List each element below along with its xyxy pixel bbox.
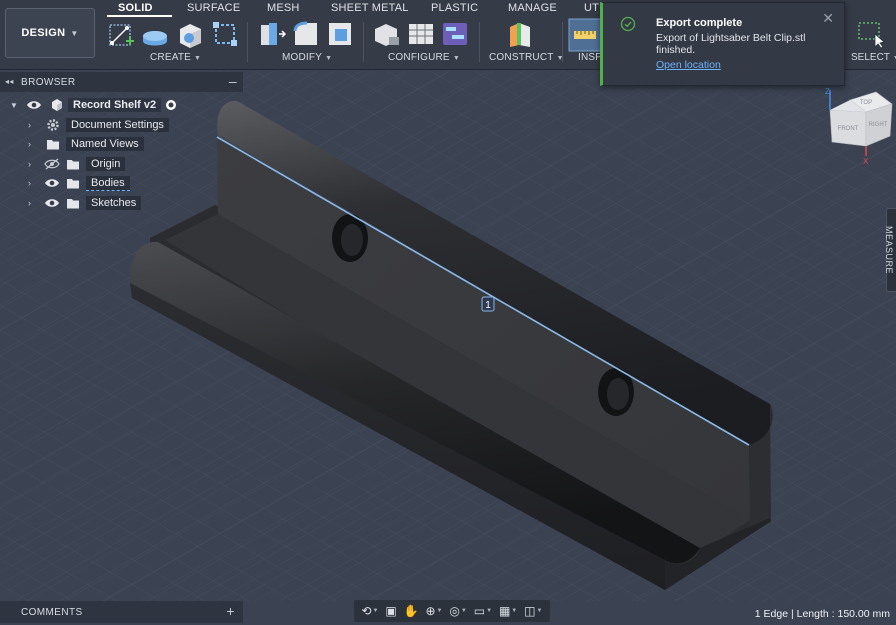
toolbar-separator bbox=[363, 22, 364, 62]
workspace-switcher-button[interactable]: DESIGN ▼ bbox=[5, 8, 95, 58]
hidden-eye-icon[interactable] bbox=[44, 158, 60, 170]
workspace-label: DESIGN bbox=[21, 27, 66, 39]
press-pull-icon[interactable] bbox=[257, 19, 287, 49]
chevron-down-icon[interactable]: ▼ bbox=[10, 101, 24, 110]
navigation-bar: ⟲ ▼ ▣ ✋ ⊕ ▼ ◎ ▼ ▭ ▼ ▦ ▼ ◫ ▼ bbox=[354, 600, 550, 622]
svg-text:Z: Z bbox=[825, 87, 830, 96]
construct-plane-icon[interactable] bbox=[505, 19, 535, 49]
browser-root-label[interactable]: Record Shelf v2 bbox=[68, 98, 162, 112]
parameters-icon[interactable] bbox=[440, 19, 470, 49]
chevron-right-icon[interactable]: › bbox=[28, 139, 44, 149]
toolbar-separator bbox=[247, 22, 248, 62]
svg-text:RIGHT: RIGHT bbox=[869, 122, 888, 128]
folder-icon bbox=[67, 179, 79, 189]
active-tab-underline bbox=[107, 15, 172, 17]
chevron-right-icon[interactable]: › bbox=[28, 120, 44, 130]
visibility-eye-icon[interactable] bbox=[26, 99, 42, 111]
configure-menu[interactable]: CONFIGURE ▼ bbox=[388, 52, 460, 63]
view-cube[interactable]: TOP FRONT RIGHT Z X bbox=[816, 86, 896, 166]
box-icon[interactable] bbox=[175, 19, 205, 49]
svg-text:X: X bbox=[863, 157, 869, 166]
window-select-icon[interactable] bbox=[856, 19, 886, 49]
browser-item-label: Named Views bbox=[66, 137, 144, 151]
folder-icon bbox=[47, 140, 59, 150]
tab-solid[interactable]: SOLID bbox=[118, 2, 153, 14]
browser-panel: ◂◂ BROWSER – bbox=[0, 72, 243, 92]
create-menu[interactable]: CREATE ▼ bbox=[150, 52, 201, 63]
table-icon[interactable] bbox=[406, 19, 436, 49]
browser-item-bodies[interactable]: › Bodies bbox=[28, 174, 130, 192]
toolbar-separator bbox=[479, 22, 480, 62]
selection-status: 1 Edge | Length : 150.00 mm bbox=[754, 608, 890, 620]
notification-message: Export of Lightsaber Belt Clip.stl finis… bbox=[656, 32, 806, 56]
zoom-icon[interactable]: ⊕ ▼ bbox=[425, 604, 442, 618]
tab-sheet-metal[interactable]: SHEET METAL bbox=[331, 2, 409, 14]
create-sketch-icon[interactable] bbox=[107, 19, 137, 49]
active-target-icon[interactable] bbox=[165, 99, 177, 111]
notification-title: Export complete bbox=[656, 17, 743, 29]
visibility-eye-icon[interactable] bbox=[44, 197, 60, 209]
comments-panel[interactable]: COMMENTS + bbox=[0, 601, 243, 623]
browser-item-label: Bodies bbox=[86, 175, 130, 191]
chevron-left-icon[interactable]: ◂◂ bbox=[5, 77, 14, 86]
add-comment-icon[interactable]: + bbox=[226, 603, 235, 619]
browser-item-label: Origin bbox=[86, 157, 126, 171]
tab-mesh[interactable]: MESH bbox=[267, 2, 300, 14]
configure-icon[interactable] bbox=[372, 19, 402, 49]
fit-icon[interactable]: ◎ ▼ bbox=[449, 604, 466, 618]
svg-text:1: 1 bbox=[485, 300, 491, 311]
caret-down-icon: ▼ bbox=[70, 28, 79, 38]
orbit-icon[interactable]: ⟲ ▼ bbox=[361, 604, 378, 618]
browser-root-row[interactable]: ▼ Record Shelf v2 bbox=[10, 96, 177, 114]
svg-text:TOP: TOP bbox=[860, 100, 872, 106]
browser-item-named-views[interactable]: › Named Views bbox=[28, 135, 144, 153]
browser-item-label: Sketches bbox=[86, 196, 142, 210]
look-at-icon[interactable]: ▣ bbox=[385, 604, 396, 618]
extrude-icon[interactable] bbox=[140, 19, 170, 49]
success-check-icon bbox=[620, 16, 636, 32]
tab-surface[interactable]: SURFACE bbox=[187, 2, 240, 14]
pan-icon[interactable]: ✋ bbox=[404, 604, 419, 618]
folder-icon bbox=[67, 160, 79, 170]
inspect-menu[interactable]: INSP bbox=[578, 52, 602, 63]
folder-icon bbox=[67, 199, 79, 209]
svg-text:FRONT: FRONT bbox=[838, 126, 859, 132]
open-location-link[interactable]: Open location bbox=[656, 59, 721, 71]
collapse-icon[interactable]: – bbox=[229, 73, 237, 89]
browser-item-sketches[interactable]: › Sketches bbox=[28, 194, 142, 212]
tab-plastic[interactable]: PLASTIC bbox=[431, 2, 478, 14]
select-menu[interactable]: SELECT▼ bbox=[851, 52, 896, 63]
browser-title: BROWSER bbox=[21, 76, 76, 88]
export-notification: Export complete Export of Lightsaber Bel… bbox=[600, 2, 845, 86]
pattern-icon[interactable] bbox=[210, 19, 240, 49]
gear-icon bbox=[47, 119, 59, 131]
grid-settings-icon[interactable]: ▦ ▼ bbox=[499, 604, 517, 618]
component-icon bbox=[52, 99, 62, 111]
visibility-eye-icon[interactable] bbox=[44, 177, 60, 189]
chevron-right-icon[interactable]: › bbox=[28, 159, 44, 169]
edge-marker: 1 bbox=[481, 296, 495, 312]
display-settings-icon[interactable]: ▭ ▼ bbox=[474, 604, 492, 618]
viewports-icon[interactable]: ◫ ▼ bbox=[524, 604, 542, 618]
comments-title: COMMENTS bbox=[21, 606, 83, 618]
measure-tab-label: MEASURE bbox=[884, 225, 895, 275]
tab-manage[interactable]: MANAGE bbox=[508, 2, 557, 14]
fillet-icon[interactable] bbox=[291, 19, 321, 49]
chevron-right-icon[interactable]: › bbox=[28, 198, 44, 208]
modify-menu[interactable]: MODIFY ▼ bbox=[282, 52, 332, 63]
measure-tool-icon[interactable] bbox=[568, 18, 602, 52]
browser-header[interactable]: ◂◂ BROWSER – bbox=[0, 72, 243, 92]
close-icon[interactable]: ✕ bbox=[822, 10, 834, 27]
construct-menu[interactable]: CONSTRUCT ▼ bbox=[489, 52, 564, 63]
browser-item-document-settings[interactable]: › Document Settings bbox=[28, 116, 169, 134]
browser-item-origin[interactable]: › Origin bbox=[28, 155, 126, 173]
browser-item-label: Document Settings bbox=[66, 118, 169, 132]
chevron-right-icon[interactable]: › bbox=[28, 178, 44, 188]
toolbar-separator bbox=[562, 22, 563, 62]
shell-icon[interactable] bbox=[325, 19, 355, 49]
measure-panel-tab[interactable]: MEASURE bbox=[884, 208, 896, 292]
